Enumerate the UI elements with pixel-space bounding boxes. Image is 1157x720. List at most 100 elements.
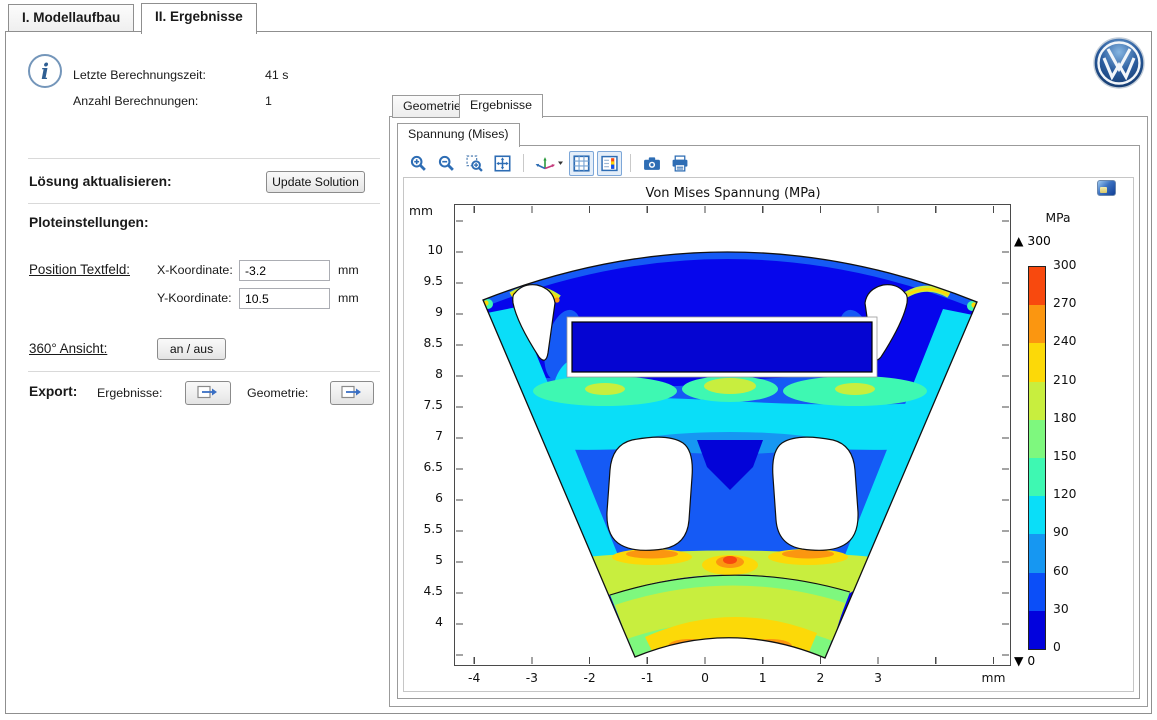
tick-label: 8 [400, 367, 443, 381]
colorbar-tick-label: 300 [1053, 258, 1076, 272]
colorbar-tick-label: 60 [1053, 564, 1069, 578]
divider [28, 158, 380, 159]
print-icon[interactable] [667, 151, 692, 176]
export-results-button[interactable] [185, 381, 231, 405]
export-icon [341, 385, 363, 402]
tick-label: 3 [858, 671, 898, 685]
color-legend-toggle-icon[interactable] [597, 151, 622, 176]
zoom-box-icon[interactable] [462, 151, 487, 176]
toolbar-separator [630, 154, 631, 172]
y-coordinate-label: Y-Koordinate: [157, 291, 232, 305]
computation-count-value: 1 [265, 94, 272, 108]
tab-modellaufbau[interactable]: I. Modellaufbau [8, 4, 134, 32]
tick-label: -1 [627, 671, 667, 685]
colorbar-tick-label: 120 [1053, 487, 1076, 501]
tick-label: -3 [512, 671, 552, 685]
tick-label: 6 [400, 491, 443, 505]
colorbar-tick-label: 270 [1053, 296, 1076, 310]
colorbar-segment [1029, 343, 1045, 381]
colorbar-segment [1029, 382, 1045, 420]
graphics-toolbar [406, 150, 692, 176]
y-coordinate-input[interactable] [239, 288, 330, 309]
colorbar-tick-label: 240 [1053, 334, 1076, 348]
tick-label: 6.5 [400, 460, 443, 474]
colorbar-tick-label: 150 [1053, 449, 1076, 463]
export-geometry-label: Geometrie: [247, 386, 308, 400]
colorbar-unit: MPa [1036, 211, 1080, 225]
position-textfield-label: Position Textfeld: [29, 262, 130, 277]
colorbar-segment [1029, 611, 1045, 649]
colorbar-segment [1029, 496, 1045, 534]
tab-ergebnisse[interactable]: II. Ergebnisse [141, 3, 257, 34]
colorbar-under-range: ▼ 0 [1014, 654, 1035, 668]
stress-contour-wedge [455, 205, 1010, 665]
tick-label: 7.5 [400, 398, 443, 412]
tick-label: 7 [400, 429, 443, 443]
view-360-label: 360° Ansicht: [29, 341, 107, 356]
snapshot-camera-icon[interactable] [639, 151, 664, 176]
tick-label: 5 [400, 553, 443, 567]
rotor-hole-right [773, 437, 858, 550]
colorbar-tick-label: 180 [1053, 411, 1076, 425]
update-solution-button[interactable]: Update Solution [266, 171, 365, 193]
x-coordinate-input[interactable] [239, 260, 330, 281]
colorbar-segment [1029, 573, 1045, 611]
tick-label: 9.5 [400, 274, 443, 288]
tick-label: 2 [800, 671, 840, 685]
tick-label: 0 [685, 671, 725, 685]
tick-label: -2 [570, 671, 610, 685]
tick-label: 9 [400, 305, 443, 319]
zoom-extents-icon[interactable] [490, 151, 515, 176]
computation-count-label: Anzahl Berechnungen: [73, 94, 198, 108]
update-solution-label: Lösung aktualisieren: [29, 174, 172, 189]
last-computation-label: Letzte Berechnungszeit: [73, 68, 206, 82]
vw-logo [1092, 36, 1146, 95]
colorbar-tick-label: 210 [1053, 373, 1076, 387]
plot-settings-heading: Ploteinstellungen: [29, 215, 149, 230]
grid-toggle-icon[interactable] [569, 151, 594, 176]
colorbar-over-range: ▲ 300 [1014, 234, 1051, 248]
colorbar-segment [1029, 534, 1045, 572]
tab-ergebnisse-inner[interactable]: Ergebnisse [459, 94, 543, 118]
export-heading: Export: [29, 384, 77, 399]
x-coordinate-label: X-Koordinate: [157, 263, 233, 277]
tick-label: 4.5 [400, 584, 443, 598]
export-icon [197, 385, 219, 402]
colorbar-segment [1029, 420, 1045, 458]
view-360-toggle-button[interactable]: an / aus [157, 338, 226, 360]
view-orientation-icon[interactable] [532, 151, 566, 176]
zoom-in-icon[interactable] [406, 151, 431, 176]
colorbar-segment [1029, 458, 1045, 496]
y-axis-tick-labels: 4 4.5 5 5.5 6 6.5 7 7.5 8 8.5 9 9.5 10 [400, 204, 449, 664]
tick-label: 1 [743, 671, 783, 685]
export-results-label: Ergebnisse: [97, 386, 162, 400]
last-computation-value: 41 s [265, 68, 288, 82]
tick-label: 10 [400, 243, 443, 257]
plot-title: Von Mises Spannung (MPa) [455, 186, 1011, 201]
colorbar-tick-label: 30 [1053, 602, 1069, 616]
tick-label: mm [974, 671, 1014, 685]
x-coordinate-unit: mm [338, 263, 359, 277]
rotor-hole-left [607, 437, 692, 550]
tab-spannung-mises[interactable]: Spannung (Mises) [397, 123, 520, 147]
tick-label: 4 [400, 615, 443, 629]
divider [28, 203, 380, 204]
toolbar-separator [523, 154, 524, 172]
colorbar-segment [1029, 267, 1045, 305]
magnet [572, 322, 872, 372]
tick-label: 8.5 [400, 336, 443, 350]
export-geometry-button[interactable] [330, 381, 374, 405]
x-axis-tick-labels: -4 -3 -2 -1 0 1 2 3 mm [454, 669, 1011, 687]
plot-box[interactable] [454, 204, 1011, 666]
app-window: I. Modellaufbau II. Ergebnisse i Letzte … [0, 0, 1157, 720]
tick-label: 5.5 [400, 522, 443, 536]
zoom-out-icon[interactable] [434, 151, 459, 176]
tick-label: -4 [454, 671, 494, 685]
colorbar-tick-label: 90 [1053, 525, 1069, 539]
info-icon: i [28, 54, 62, 88]
plot-window-icon[interactable] [1097, 180, 1116, 196]
colorbar-tick-label: 0 [1053, 640, 1061, 654]
colorbar-segment [1029, 305, 1045, 343]
divider [28, 371, 380, 372]
y-coordinate-unit: mm [338, 291, 359, 305]
